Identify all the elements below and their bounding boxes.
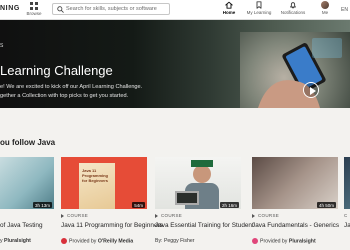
hero-banner: S Learning Challenge e! We are excited t… [0,20,350,108]
course-thumbnail [344,157,350,209]
course-title: Ja [344,222,350,229]
instructor-head [193,165,211,183]
provider-logo-icon [252,238,258,244]
course-title: Java Essential Training for Student [155,222,254,229]
nav-me[interactable]: Me [318,1,332,19]
course-card[interactable]: 2h 16m COURSE Java Essential Training fo… [155,157,254,250]
course-title: Java 11 Programming for Beginners [61,222,163,229]
hero-description-line1: e! We are excited to kick off our April … [0,84,143,90]
course-type: COURSE [61,213,88,218]
hero-tag: S [0,43,4,49]
nav-me-label: Me [321,10,329,15]
course-type: COURSE [252,213,279,218]
avatar [321,1,329,9]
course-type-label: C [344,213,348,218]
provider-name: Peggy Fisher [163,238,195,244]
duration-badge: 2h 16m [219,202,239,208]
browse-label: Browse [26,11,42,16]
play-icon [61,213,64,218]
search-placeholder: Search for skills, subjects or software [66,6,157,12]
nav-home-label: Home [222,10,236,15]
duration-badge: 4h 50m [316,202,336,208]
course-card[interactable]: 3h 13m of Java Testing y Pluralsight [0,157,56,250]
home-icon [225,1,233,9]
hero-description-line2: gether a Collection with top picks to ge… [0,93,129,99]
course-card[interactable]: 4h 50m COURSE Java Fundamentals - Generi… [252,157,340,250]
browse-button[interactable]: Browse [24,1,44,19]
provider-prefix: Provided by [260,238,288,245]
course-provider: By: Peggy Fisher [155,238,195,244]
section-title: ou follow Java [0,138,56,147]
book-cover: Java 11 Programming for Beginners [79,163,115,209]
course-thumbnail: 4h 50m [252,157,338,209]
book-cover-title: Java 11 Programming for Beginners [82,168,109,183]
provider-prefix: Provided by [69,238,97,245]
course-thumbnail: Java 11 Programming for Beginners 54m [61,157,147,209]
course-card[interactable]: C Ja [344,157,350,250]
provider-prefix: By: [155,238,163,244]
course-thumbnail: 2h 16m [155,157,241,209]
search-icon [57,6,64,13]
course-provider: y Pluralsight [0,238,31,244]
graduation-cap-icon [191,160,213,167]
duration-badge: 54m [132,202,145,208]
provider-name: Pluralsight [4,238,31,244]
course-thumbnail: 3h 13m [0,157,54,209]
duration-badge: 3h 13m [32,202,52,208]
play-video-button[interactable] [303,82,319,98]
nav-home[interactable]: Home [220,1,238,21]
course-card[interactable]: Java 11 Programming for Beginners 54m CO… [61,157,163,250]
play-icon [252,213,255,218]
search-input[interactable]: Search for skills, subjects or software [52,3,170,15]
language-selector[interactable]: EN [341,7,348,13]
phone-in-hand-image [258,38,342,108]
hero-title: Learning Challenge [0,63,113,78]
provider-prefix: y [0,238,3,244]
grid-icon [30,2,38,10]
nav-notifications-label: Notifications [280,10,306,15]
bell-icon [290,2,296,9]
nav-notifications[interactable]: Notifications▾ [277,1,309,29]
laptop-image [175,191,199,205]
course-provider: Provided by O'Reilly Media [61,238,133,244]
course-type-label: COURSE [161,213,183,218]
provider-logo-icon [61,238,67,244]
course-title: Java Fundamentals - Generics [252,222,340,229]
nav-my-learning-label: My Learning [246,10,272,15]
brand-logo-text[interactable]: NING [0,5,20,12]
course-type-label: COURSE [67,213,89,218]
provider-name: O'Reilly Media [97,238,134,245]
course-type-label: COURSE [258,213,280,218]
nav-my-learning[interactable]: My Learning [244,1,274,19]
course-type: COURSE [155,213,182,218]
top-nav-bar: NING Browse Search for skills, subjects … [0,0,350,29]
hero-description: e! We are excited to kick off our April … [0,83,210,101]
course-title: of Java Testing [0,222,43,229]
hero-image [240,32,350,108]
bookmark-icon [256,1,262,9]
play-icon [155,213,158,218]
course-provider: Provided by Pluralsight [252,238,316,244]
provider-name: Pluralsight [288,238,316,245]
